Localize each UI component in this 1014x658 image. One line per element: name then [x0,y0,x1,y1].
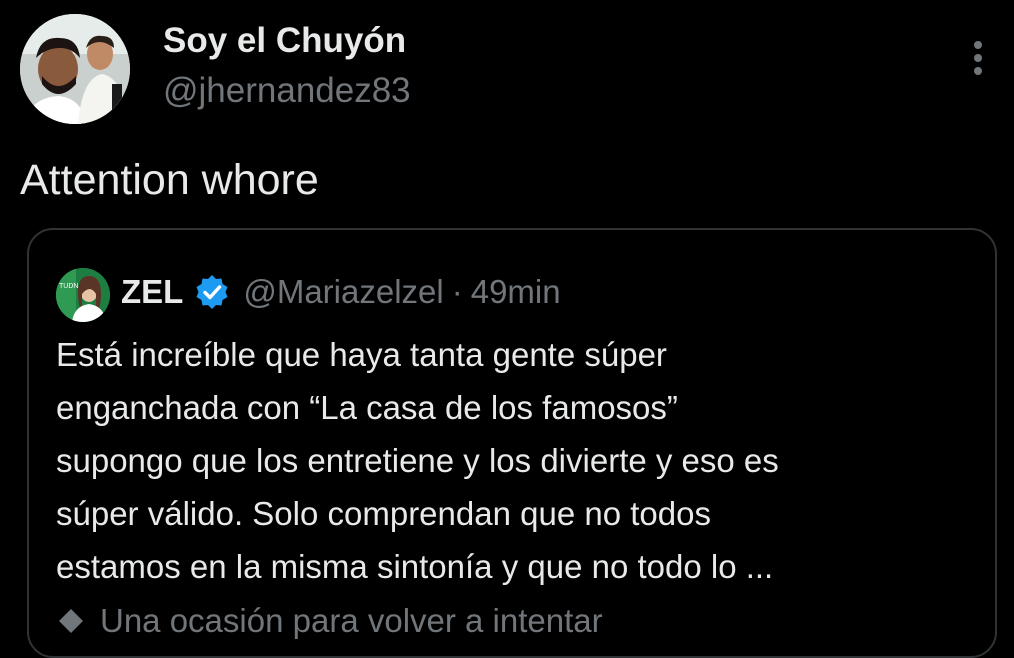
quoted-text-line: supongo que los entretiene y los diviert… [56,442,779,479]
quoted-tweet-card[interactable]: TUDN ZEL @Mariazelzel · 49min Está incre… [27,228,997,658]
more-vertical-icon [960,38,996,78]
quoted-text-line: enganchada con “La casa de los famosos” [56,389,678,426]
author-avatar[interactable] [20,14,130,124]
quoted-text-line: Está increíble que haya tanta gente súpe… [56,336,667,373]
quoted-tweet-time[interactable]: 49min [471,273,561,311]
quoted-tweet-text: Está increíble que haya tanta gente súpe… [56,328,986,593]
quoted-footer-text: Una ocasión para volver a intentar [100,602,603,639]
svg-text:TUDN: TUDN [59,283,78,290]
quoted-tweet-header: ZEL @Mariazelzel · 49min [121,266,561,318]
author-display-name[interactable]: Soy el Chuyón [163,19,406,63]
tweet: Soy el Chuyón @jhernandez83 Attention wh… [0,0,1014,658]
quoted-tweet-footer: Una ocasión para volver a intentar [56,602,603,640]
verified-badge-icon [195,275,229,309]
tweet-text: Attention whore [20,156,319,204]
quoted-author-name[interactable]: ZEL [121,273,183,311]
diamond-icon [56,606,86,636]
quoted-author-avatar[interactable]: TUDN [56,268,110,322]
quoted-author-handle[interactable]: @Mariazelzel [243,273,443,311]
more-options-button[interactable] [960,38,996,78]
author-handle[interactable]: @jhernandez83 [163,69,411,113]
quoted-text-line: estamos en la misma sintonía y que no to… [56,548,774,585]
quoted-text-line: súper válido. Solo comprendan que no tod… [56,495,711,532]
separator-dot: · [451,273,463,310]
